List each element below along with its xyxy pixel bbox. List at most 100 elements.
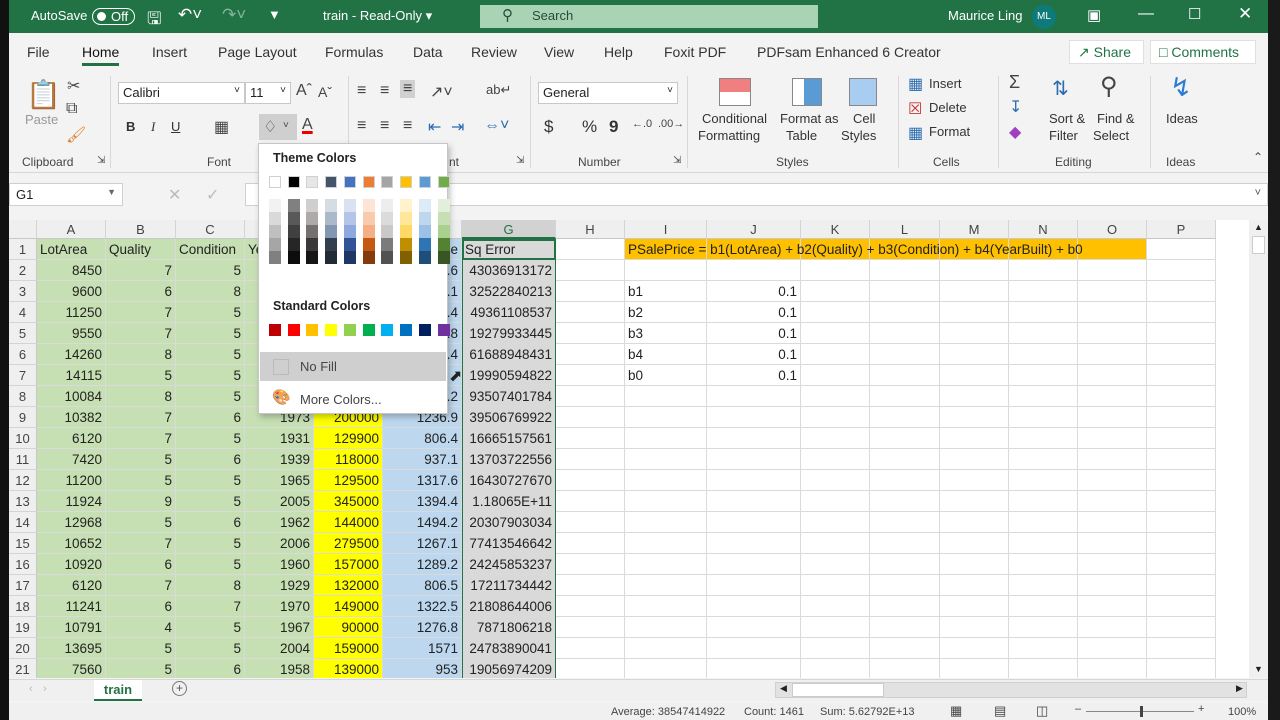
cell-o19[interactable]	[1078, 617, 1147, 638]
cell-i17[interactable]	[625, 575, 707, 596]
cell-b16[interactable]: 6	[106, 554, 176, 575]
cell-styles-button-line2[interactable]: Styles	[841, 128, 876, 143]
standard-color-swatch[interactable]	[344, 324, 356, 336]
cell-g1[interactable]: Sq Error	[462, 239, 556, 260]
cell-d14[interactable]: 1962	[245, 512, 314, 533]
tab-home[interactable]: Home	[82, 44, 120, 66]
spreadsheet-grid[interactable]: ABCDEFGHIJKLMNOP1LotAreaQualityCondition…	[9, 220, 1249, 678]
cell-g3[interactable]: 32522840213	[462, 281, 556, 302]
cell-d11[interactable]: 1939	[245, 449, 314, 470]
theme-color-swatch[interactable]	[288, 238, 300, 251]
cell-d16[interactable]: 1960	[245, 554, 314, 575]
close-icon[interactable]: ✕	[1238, 4, 1252, 24]
cell-p3[interactable]	[1147, 281, 1216, 302]
user-name[interactable]: Maurice Ling	[948, 8, 1022, 23]
cell-a13[interactable]: 11924	[37, 491, 106, 512]
cell-g2[interactable]: 43036913172	[462, 260, 556, 281]
cell-e10[interactable]: 129900	[314, 428, 383, 449]
conditional-formatting-button[interactable]: Conditional	[702, 111, 767, 126]
cell-m17[interactable]	[940, 575, 1009, 596]
theme-color-swatch[interactable]	[419, 176, 431, 188]
zoom-level[interactable]: 100%	[1228, 706, 1256, 718]
increase-decimal-icon[interactable]: ←.0	[632, 118, 652, 130]
column-header-g[interactable]: G	[462, 220, 556, 239]
cell-l18[interactable]	[870, 596, 940, 617]
file-title[interactable]: train - Read-Only ▾	[323, 8, 432, 24]
cell-l12[interactable]	[870, 470, 940, 491]
theme-color-swatch[interactable]	[438, 225, 450, 238]
zoom-out-icon[interactable]: –	[1075, 703, 1081, 715]
cell-f16[interactable]: 1289.2	[383, 554, 462, 575]
cell-l21[interactable]	[870, 659, 940, 678]
format-cells-button[interactable]: Format	[929, 124, 970, 139]
cell-d15[interactable]: 2006	[245, 533, 314, 554]
sheet-prev-icon[interactable]: ‹	[29, 683, 33, 695]
cell-h8[interactable]	[556, 386, 625, 407]
theme-color-swatch[interactable]	[306, 238, 318, 251]
cell-a11[interactable]: 7420	[37, 449, 106, 470]
theme-color-swatch[interactable]	[344, 251, 356, 264]
cell-n4[interactable]	[1009, 302, 1078, 323]
cell-g13[interactable]: 1.18065E+11	[462, 491, 556, 512]
cell-b20[interactable]: 5	[106, 638, 176, 659]
tab-foxit-pdf[interactable]: Foxit PDF	[664, 44, 726, 60]
page-break-view-icon[interactable]: ◫	[1036, 703, 1048, 719]
cell-h1[interactable]	[556, 239, 625, 260]
share-button[interactable]: ↗ Share	[1069, 40, 1144, 64]
theme-color-swatch[interactable]	[438, 176, 450, 188]
currency-button[interactable]: $	[544, 117, 553, 137]
cell-n2[interactable]	[1009, 260, 1078, 281]
cell-o2[interactable]	[1078, 260, 1147, 281]
align-left-icon[interactable]: ≡	[357, 117, 366, 135]
cell-i6[interactable]: b4	[625, 344, 707, 365]
cell-m9[interactable]	[940, 407, 1009, 428]
theme-color-swatch[interactable]	[269, 225, 281, 238]
cell-i14[interactable]	[625, 512, 707, 533]
horizontal-scrollbar[interactable]: ◀ ▶	[775, 682, 1247, 698]
cell-g20[interactable]: 24783890041	[462, 638, 556, 659]
cell-o11[interactable]	[1078, 449, 1147, 470]
name-box[interactable]: G1 ▼	[9, 183, 123, 206]
cell-k10[interactable]	[801, 428, 870, 449]
cell-a5[interactable]: 9550	[37, 323, 106, 344]
row-header-14[interactable]: 14	[9, 512, 37, 533]
cell-p1[interactable]	[1147, 239, 1216, 260]
tab-file[interactable]: File	[27, 44, 50, 60]
cell-l9[interactable]	[870, 407, 940, 428]
cell-b11[interactable]: 5	[106, 449, 176, 470]
theme-color-swatch[interactable]	[400, 212, 412, 225]
column-header-h[interactable]: H	[556, 220, 625, 239]
cell-k15[interactable]	[801, 533, 870, 554]
cell-p20[interactable]	[1147, 638, 1216, 659]
decrease-indent-icon[interactable]: ⇤	[428, 117, 441, 137]
cell-a19[interactable]: 10791	[37, 617, 106, 638]
cell-b21[interactable]: 5	[106, 659, 176, 678]
cell-d13[interactable]: 2005	[245, 491, 314, 512]
theme-color-swatch[interactable]	[288, 251, 300, 264]
cell-n15[interactable]	[1009, 533, 1078, 554]
vertical-scrollbar[interactable]: ▲ ▼	[1249, 220, 1268, 678]
theme-color-swatch[interactable]	[400, 176, 412, 188]
cell-c7[interactable]: 5	[176, 365, 245, 386]
cell-k7[interactable]	[801, 365, 870, 386]
cell-m14[interactable]	[940, 512, 1009, 533]
theme-color-swatch[interactable]	[419, 238, 431, 251]
cell-p15[interactable]	[1147, 533, 1216, 554]
tab-page-layout[interactable]: Page Layout	[218, 44, 297, 60]
cell-l5[interactable]	[870, 323, 940, 344]
cell-d10[interactable]: 1931	[245, 428, 314, 449]
find-select-icon[interactable]: ⚲	[1100, 72, 1118, 101]
cell-j16[interactable]	[707, 554, 801, 575]
ideas-icon[interactable]: ↯	[1170, 72, 1192, 103]
theme-color-swatch[interactable]	[381, 176, 393, 188]
row-header-11[interactable]: 11	[9, 449, 37, 470]
cell-a12[interactable]: 11200	[37, 470, 106, 491]
enter-icon[interactable]: ✓	[206, 185, 219, 205]
tab-data[interactable]: Data	[413, 44, 443, 60]
cell-p9[interactable]	[1147, 407, 1216, 428]
cell-d20[interactable]: 2004	[245, 638, 314, 659]
cell-m3[interactable]	[940, 281, 1009, 302]
row-header-15[interactable]: 15	[9, 533, 37, 554]
cell-g7[interactable]: 19990594822	[462, 365, 556, 386]
cell-k4[interactable]	[801, 302, 870, 323]
